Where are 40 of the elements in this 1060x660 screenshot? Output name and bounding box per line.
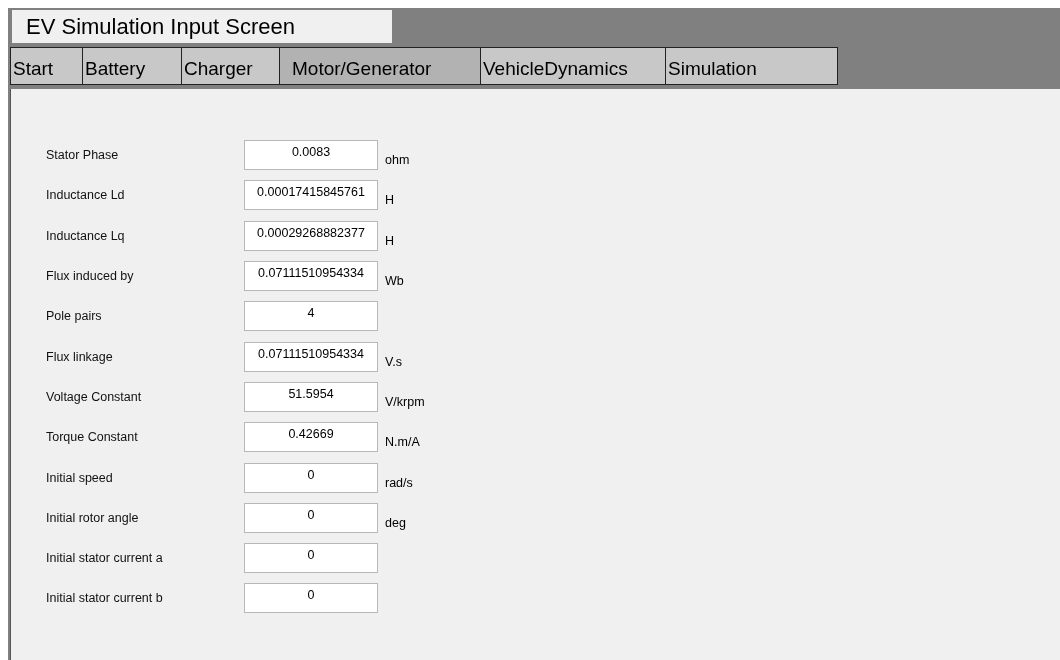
input-field[interactable]: 0.00017415845761 xyxy=(244,180,378,211)
tab[interactable]: Charger xyxy=(182,48,280,84)
field-label: Initial rotor angle xyxy=(46,510,140,525)
field-label: Flux induced by xyxy=(46,269,135,284)
unit-label: N.m/A xyxy=(385,435,420,450)
tab[interactable]: Battery xyxy=(83,48,182,84)
window-title: EV Simulation Input Screen xyxy=(12,10,392,43)
tab[interactable]: Simulation xyxy=(666,48,837,84)
unit-label: H xyxy=(385,233,395,248)
unit-label: rad/s xyxy=(385,475,413,490)
input-field[interactable]: 4 xyxy=(244,301,378,332)
field-label: Initial speed xyxy=(46,470,114,485)
unit-label: Wb xyxy=(385,274,404,289)
input-field[interactable]: 0.0083 xyxy=(244,140,378,171)
field-label: Inductance Lq xyxy=(46,228,126,243)
field-label: Initial stator current a xyxy=(46,551,164,566)
field-label: Torque Constant xyxy=(46,430,139,445)
unit-label: V.s xyxy=(385,354,402,369)
input-field[interactable]: 0 xyxy=(244,583,378,614)
input-field[interactable]: 0.00029268882377 xyxy=(244,220,378,251)
input-field[interactable]: 0 xyxy=(244,462,378,493)
unit-label: deg xyxy=(385,515,406,530)
input-field[interactable]: 0 xyxy=(244,502,378,533)
tab[interactable]: Motor/Generator xyxy=(280,48,481,84)
field-label: Flux linkage xyxy=(46,349,114,364)
input-field[interactable]: 0 xyxy=(244,543,378,574)
field-label: Pole pairs xyxy=(46,309,103,324)
input-field[interactable]: 0.07111510954334 xyxy=(244,341,378,372)
tab[interactable]: Start xyxy=(11,48,83,84)
field-label: Voltage Constant xyxy=(46,389,143,404)
unit-label: ohm xyxy=(385,153,410,168)
unit-label: H xyxy=(385,193,395,208)
field-label: Inductance Ld xyxy=(46,188,126,203)
tab[interactable]: VehicleDynamics xyxy=(481,48,666,84)
input-field[interactable]: 51.5954 xyxy=(244,381,378,412)
field-label: Stator Phase xyxy=(46,148,120,163)
unit-label: V/krpm xyxy=(385,394,425,409)
input-field[interactable]: 0.42669 xyxy=(244,422,378,453)
field-label: Initial stator current b xyxy=(46,591,164,606)
input-field[interactable]: 0.07111510954334 xyxy=(244,261,378,292)
